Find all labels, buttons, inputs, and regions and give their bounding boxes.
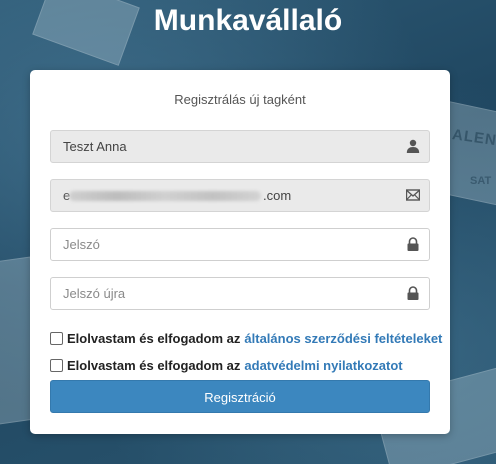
- page-title: Munkavállaló: [153, 4, 343, 37]
- password-input[interactable]: [51, 229, 391, 260]
- password-again-input[interactable]: [51, 278, 391, 309]
- terms-checkbox[interactable]: [50, 331, 63, 345]
- envelope-icon: [406, 189, 420, 201]
- email-field[interactable]: e .com: [50, 179, 430, 212]
- user-icon: [406, 139, 420, 153]
- privacy-link[interactable]: adatvédelmi nyilatkozatot: [244, 358, 402, 373]
- registration-card: Regisztrálás új tagként e .com: [30, 70, 450, 434]
- privacy-checkbox-row: Elolvastam és elfogadom az adatvédelmi n…: [50, 355, 403, 375]
- register-button[interactable]: Regisztráció: [50, 380, 430, 413]
- terms-label: Elolvastam és elfogadom az: [67, 330, 241, 346]
- privacy-label: Elolvastam és elfogadom az: [67, 357, 241, 373]
- terms-link[interactable]: általános szerződési feltételeket: [244, 331, 442, 346]
- lock-icon: [407, 286, 419, 300]
- form-title: Regisztrálás új tagként: [174, 92, 306, 107]
- name-input[interactable]: [51, 131, 391, 162]
- terms-checkbox-row: Elolvastam és elfogadom az általános sze…: [50, 328, 442, 348]
- lock-icon: [407, 237, 419, 251]
- email-redacted: [69, 191, 261, 201]
- password-again-field[interactable]: [50, 277, 430, 310]
- background-day-text: SAT: [470, 175, 492, 187]
- privacy-checkbox[interactable]: [50, 358, 63, 372]
- name-field[interactable]: [50, 130, 430, 163]
- email-value-suffix: .com: [263, 188, 292, 203]
- password-field[interactable]: [50, 228, 430, 261]
